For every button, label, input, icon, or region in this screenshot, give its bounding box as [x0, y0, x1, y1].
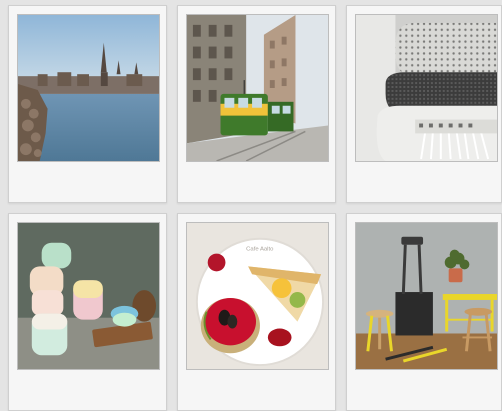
photo-card-dessert[interactable]: Cafe Aalto Cafe Aalto: [177, 213, 336, 411]
photo-card-blankets[interactable]: [346, 5, 502, 203]
blankets-photo[interactable]: [355, 14, 498, 162]
harbor-photo[interactable]: [17, 14, 160, 162]
stools-photo[interactable]: [355, 222, 498, 370]
tram-photo[interactable]: [186, 14, 329, 162]
photo-card-cups[interactable]: [8, 213, 167, 411]
cups-photo[interactable]: [17, 222, 160, 370]
photo-card-harbor[interactable]: [8, 5, 167, 203]
plate-caption: Cafe Aalto: [246, 247, 274, 253]
photo-card-tram[interactable]: [177, 5, 336, 203]
dessert-photo[interactable]: Cafe Aalto: [186, 222, 329, 370]
photo-card-stools[interactable]: [346, 213, 502, 411]
